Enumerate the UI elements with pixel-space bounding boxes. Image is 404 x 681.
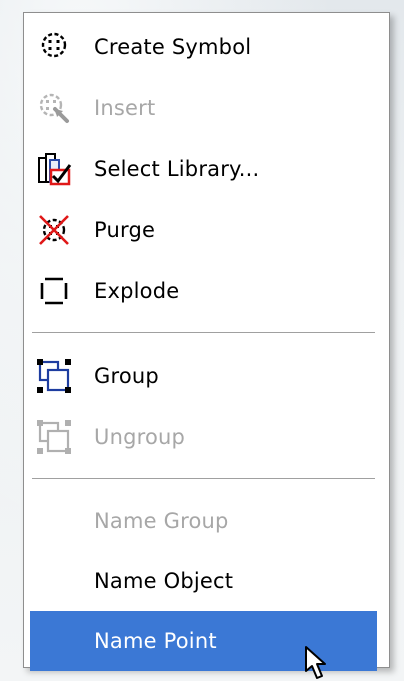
menu-item-label: Create Symbol bbox=[94, 35, 252, 59]
menu-item-label: Name Point bbox=[94, 629, 217, 653]
create-symbol-icon bbox=[33, 26, 75, 68]
menu-item-ungroup[interactable]: Ungroup bbox=[24, 407, 389, 467]
menu-separator bbox=[32, 332, 375, 334]
menu-item-label: Purge bbox=[94, 218, 156, 242]
menu-item-label: Ungroup bbox=[94, 425, 186, 449]
menu-item-label: Group bbox=[94, 364, 159, 388]
menu-item-label: Insert bbox=[94, 96, 156, 120]
menu-item-purge[interactable]: Purge bbox=[24, 200, 389, 260]
context-menu: Create Symbol Insert Select Library... P… bbox=[23, 12, 390, 671]
menu-item-label: Name Group bbox=[94, 509, 229, 533]
group-icon bbox=[33, 355, 75, 397]
ungroup-icon bbox=[33, 416, 75, 458]
menu-item-label: Name Object bbox=[94, 569, 234, 593]
explode-icon bbox=[33, 270, 75, 312]
menu-separator bbox=[32, 478, 375, 480]
menu-item-select-library[interactable]: Select Library... bbox=[24, 139, 389, 199]
menu-item-explode[interactable]: Explode bbox=[24, 261, 389, 321]
insert-symbol-icon bbox=[33, 87, 75, 129]
menu-item-insert[interactable]: Insert bbox=[24, 78, 389, 138]
menu-item-label: Explode bbox=[94, 279, 180, 303]
menu-item-group[interactable]: Group bbox=[24, 346, 389, 406]
menu-item-name-group[interactable]: Name Group bbox=[24, 491, 389, 551]
menu-item-name-object[interactable]: Name Object bbox=[24, 551, 389, 611]
menu-item-label: Select Library... bbox=[94, 157, 260, 181]
purge-icon bbox=[33, 209, 75, 251]
mouse-pointer-icon bbox=[303, 645, 339, 681]
menu-item-create-symbol[interactable]: Create Symbol bbox=[24, 17, 389, 77]
select-library-icon bbox=[33, 148, 75, 190]
